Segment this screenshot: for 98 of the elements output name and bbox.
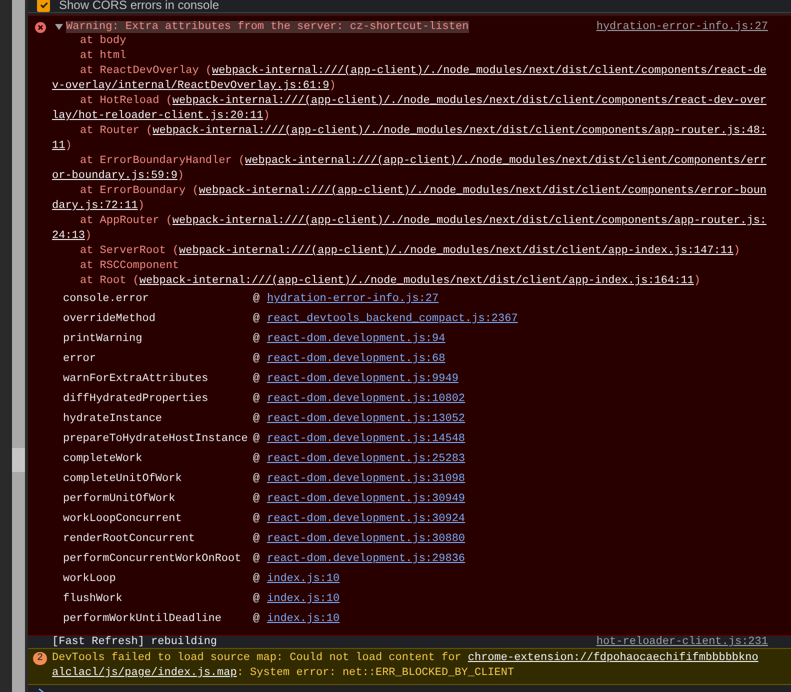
stack-trace-line: at ErrorBoundaryHandler (webpack-internal:///(app-client)/./node_modules/next/dist/client/components/err (79, 154, 767, 169)
source-link[interactable]: react-dom.development.js:30924 (267, 513, 466, 525)
stack-trace-link[interactable]: dary.js:72:11 (52, 200, 138, 212)
stack-trace-line: at Root (webpack-internal:///(app-client)/./node_modules/next/dist/client/app-index.js:164:11) (79, 274, 701, 289)
function-name: completeUnitOfWork (63, 473, 183, 485)
at-sign: @ (253, 473, 261, 485)
source-link[interactable]: react-dom.development.js:94 (267, 333, 446, 345)
stack-trace-line: or-boundary.js:59:9) (52, 169, 184, 184)
function-name: diffHydratedProperties (63, 393, 210, 405)
function-name: error (63, 353, 98, 365)
function-name: workLoop (63, 573, 117, 585)
function-name: prepareToHydrateHostInstance (63, 433, 249, 445)
checkmark-icon (38, 0, 48, 10)
function-name: completeWork (63, 453, 144, 465)
stack-trace-link[interactable]: webpack-internal:///(app-client)/./node_modules/next/dist/client/components/app-router.js: (172, 215, 767, 227)
stack-trace-link[interactable]: or-boundary.js:59:9 (52, 170, 178, 182)
stack-trace-line: lay/hot-reloader-client.js:20:11) (52, 109, 270, 124)
source-link[interactable]: react-dom.development.js:13052 (267, 413, 466, 425)
stack-trace-link[interactable]: webpack-internal:///(app-client)/./node_modules/next/dist/client/components/app-router.js:48: (152, 125, 767, 137)
repeat-count-badge: 2 (33, 652, 47, 665)
at-sign: @ (253, 493, 261, 505)
at-sign: @ (253, 373, 261, 385)
at-sign: @ (253, 293, 261, 305)
function-name: flushWork (63, 593, 124, 605)
error-icon (34, 22, 46, 33)
stack-trace-link[interactable]: lay/hot-reloader-client.js:20:11 (52, 110, 264, 122)
source-link[interactable]: react-dom.development.js:31098 (267, 473, 466, 485)
stack-trace-link[interactable]: webpack-internal:///(app-client)/./node_modules/next/dist/client/app-index.js:147:11 (179, 245, 734, 257)
at-sign: @ (253, 613, 261, 625)
function-name: renderRootConcurrent (63, 533, 196, 545)
at-sign: @ (253, 313, 261, 325)
checkbox-label: Show CORS errors in console (59, 0, 220, 12)
disclosure-triangle-icon[interactable] (55, 22, 63, 30)
stack-trace-link[interactable]: webpack-internal:///(app-client)/./node_modules/next/dist/client/components/error-boun (198, 185, 767, 197)
at-sign: @ (253, 453, 261, 465)
source-link[interactable]: hot-reloader-client.js:231 (596, 636, 768, 648)
warning-message: DevTools failed to load source map: Could not load content for chrome-extension://fdpohaocaechififmbbbbbkno (52, 651, 758, 666)
warning-link[interactable]: chrome-extension://fdpohaocaechififmbbbbbkno (468, 652, 758, 664)
at-sign: @ (253, 393, 261, 405)
source-link[interactable]: react_devtools_backend_compact.js:2367 (267, 313, 518, 325)
at-sign: @ (253, 353, 261, 365)
at-sign: @ (253, 573, 261, 585)
function-name: performWorkUntilDeadline (63, 613, 222, 625)
error-message: Warning: Extra attributes from the server: cz-shortcut-listen (66, 20, 469, 32)
stack-trace-line: at ReactDevOverlay (webpack-internal:///(app-client)/./node_modules/next/dist/client/components/react-de (79, 64, 767, 79)
source-link[interactable]: react-dom.development.js:14548 (267, 433, 466, 445)
stack-trace-line: 24:13) (52, 229, 92, 244)
stack-trace-line: at RSCComponent (79, 259, 180, 274)
source-link[interactable]: index.js:10 (267, 573, 340, 585)
warning-link[interactable]: alclacl/js/page/index.js.map (52, 667, 237, 679)
stack-trace-link[interactable]: webpack-internal:///(app-client)/./node_modules/next/dist/client/components/err (245, 155, 767, 167)
stack-trace-line: dary.js:72:11) (52, 199, 144, 214)
source-link[interactable]: react-dom.development.js:30880 (267, 533, 466, 545)
function-name: performUnitOfWork (63, 493, 176, 505)
at-sign: @ (253, 333, 261, 345)
stack-trace-link[interactable]: webpack-internal:///(app-client)/./node_modules/next/dist/client/app-index.js:164:11 (139, 275, 694, 287)
at-sign: @ (253, 413, 261, 425)
log-message: [Fast Refresh] rebuilding (52, 636, 218, 648)
at-sign: @ (253, 593, 261, 605)
source-link[interactable]: react-dom.development.js:9949 (267, 373, 458, 385)
stack-trace-line: at html (79, 49, 126, 64)
stack-trace-link[interactable]: v-overlay/internal/ReactDevOverlay.js:61:9 (52, 80, 330, 92)
at-sign: @ (253, 513, 261, 525)
source-link[interactable]: react-dom.development.js:29836 (267, 553, 466, 565)
function-name: performConcurrentWorkOnRoot (63, 553, 242, 565)
scrollbar-thumb[interactable] (12, 448, 25, 472)
at-sign: @ (253, 553, 261, 565)
stack-trace-line: at HotReload (webpack-internal:///(app-client)/./node_modules/next/dist/client/components/react-dev-over (79, 94, 767, 109)
function-name: overrideMethod (63, 313, 156, 325)
source-link[interactable]: hydration-error-info.js:27 (267, 293, 439, 305)
source-link[interactable]: react-dom.development.js:68 (267, 353, 446, 365)
at-sign: @ (253, 533, 261, 545)
checkbox[interactable] (37, 0, 50, 12)
stack-trace-line: at Router (webpack-internal:///(app-client)/./node_modules/next/dist/client/components/app-router.js:48: (79, 124, 767, 139)
stack-trace-line: 11) (52, 139, 72, 154)
stack-trace-line: v-overlay/internal/ReactDevOverlay.js:61:9) (52, 79, 336, 94)
function-name: console.error (63, 293, 150, 305)
at-sign: @ (253, 433, 261, 445)
function-name: printWarning (63, 333, 144, 345)
function-name: hydrateInstance (63, 413, 164, 425)
warning-message: alclacl/js/page/index.js.map: System error: net::ERR_BLOCKED_BY_CLIENT (52, 666, 514, 681)
stack-trace-link[interactable]: 24:13 (52, 230, 86, 242)
source-link[interactable]: index.js:10 (267, 613, 340, 625)
function-name: workLoopConcurrent (63, 513, 183, 525)
scrollbar[interactable] (12, 0, 25, 692)
source-link[interactable]: index.js:10 (267, 593, 340, 605)
stack-trace-line: at ErrorBoundary (webpack-internal:///(app-client)/./node_modules/next/dist/client/components/error-boun (79, 184, 767, 199)
function-name: warnForExtraAttributes (63, 373, 210, 385)
stack-trace-link[interactable]: webpack-internal:///(app-client)/./node_modules/next/dist/client/components/react-dev-over (172, 95, 767, 107)
stack-trace-link[interactable]: webpack-internal:///(app-client)/./node_modules/next/dist/client/components/react-de (212, 65, 767, 77)
stack-trace-line: at ServerRoot (webpack-internal:///(app-client)/./node_modules/next/dist/client/app-index.js:147:11) (79, 244, 740, 259)
stack-trace-line: at AppRouter (webpack-internal:///(app-client)/./node_modules/next/dist/client/components/app-router.js: (79, 214, 767, 229)
source-link[interactable]: react-dom.development.js:30949 (267, 493, 466, 505)
stack-trace-link[interactable]: 11 (52, 140, 66, 152)
source-link[interactable]: hydration-error-info.js:27 (596, 20, 768, 32)
stack-trace-line: at body (79, 34, 126, 49)
source-link[interactable]: react-dom.development.js:25283 (267, 453, 466, 465)
source-link[interactable]: react-dom.development.js:10802 (267, 393, 466, 405)
